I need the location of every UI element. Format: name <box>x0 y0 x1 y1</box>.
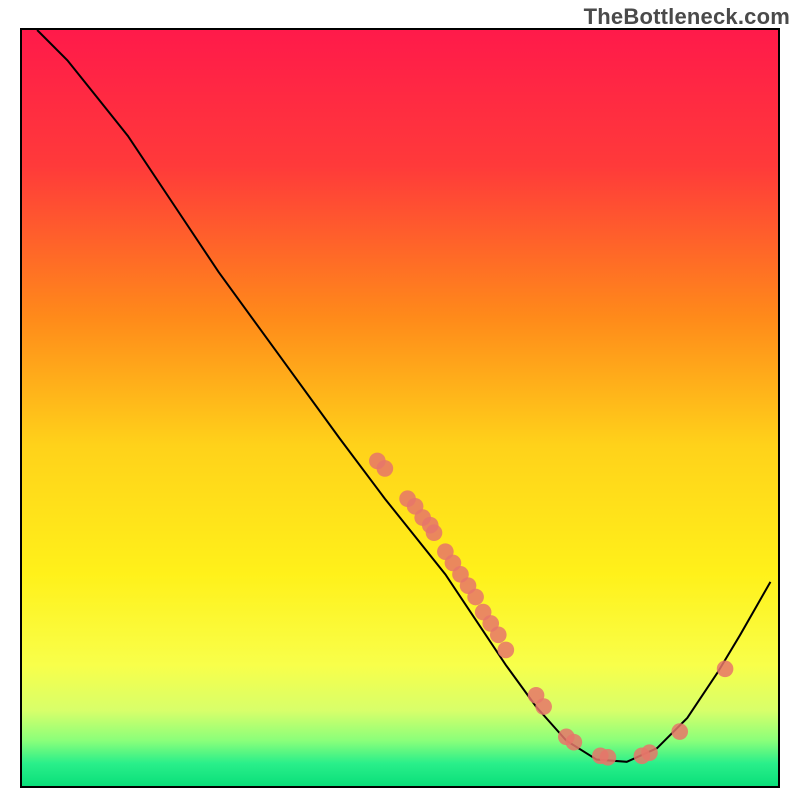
data-point <box>490 626 507 643</box>
data-point <box>467 589 484 606</box>
data-point <box>498 642 515 659</box>
data-point <box>377 460 394 477</box>
data-point <box>600 749 617 766</box>
data-point <box>641 744 658 761</box>
bottleneck-curve <box>37 30 770 762</box>
watermark-text: TheBottleneck.com <box>584 4 790 30</box>
chart-plot-area <box>20 28 780 788</box>
curve-layer <box>22 30 778 786</box>
chart-frame: TheBottleneck.com <box>0 0 800 800</box>
data-point <box>566 734 583 751</box>
data-point <box>717 661 734 678</box>
data-point <box>535 698 552 715</box>
data-point <box>671 723 688 740</box>
data-point <box>426 524 443 541</box>
